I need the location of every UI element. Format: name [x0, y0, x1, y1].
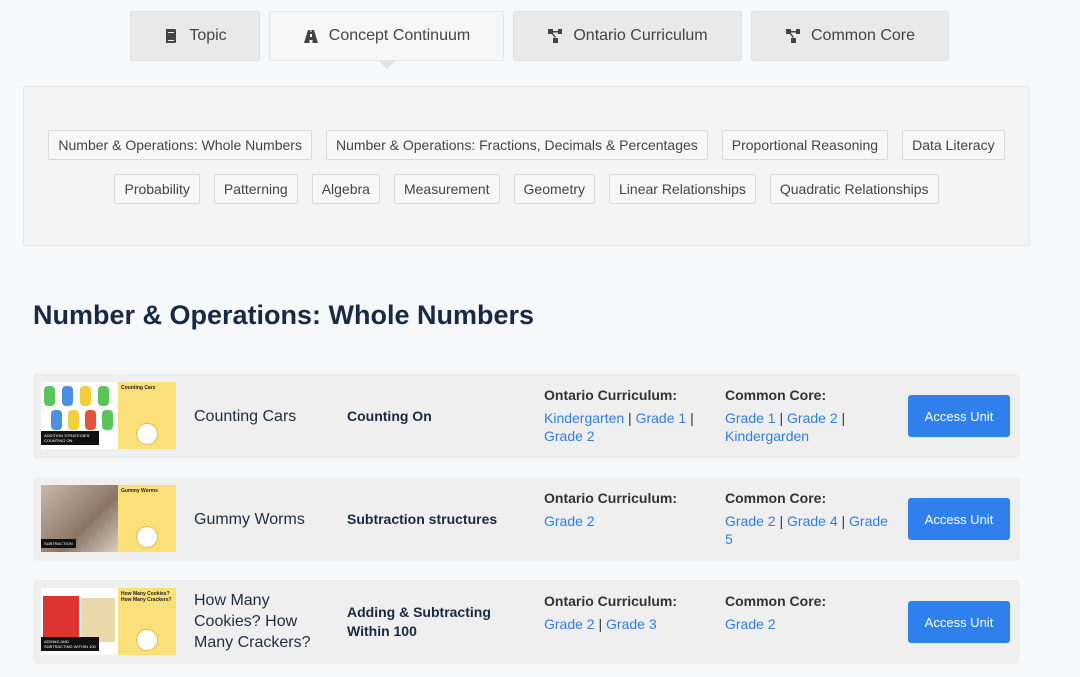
grade-link[interactable]: Grade 4 — [787, 513, 838, 529]
topic-tag[interactable]: Geometry — [513, 174, 596, 204]
separator: | — [594, 616, 607, 632]
tag-row: Number & Operations: Whole Numbers Number… — [24, 130, 1029, 160]
thumbnail-card: Counting Cars — [118, 382, 176, 449]
thumbnail-badge: SUBTRACTION — [41, 539, 76, 548]
unit-thumbnail[interactable]: SUBTRACTION Gummy Worms — [41, 485, 176, 552]
thumbnail-title: Counting Cars — [121, 385, 156, 391]
unit-concept: Counting On — [347, 408, 432, 424]
thumbnail-badge: ADDITION STRATEGIES: COUNTING ON — [41, 431, 99, 445]
grade-link[interactable]: Grade 3 — [606, 616, 657, 632]
topic-tag[interactable]: Algebra — [311, 174, 380, 204]
sitemap-icon — [785, 29, 800, 43]
unit-thumbnail[interactable]: ADDING AND SUBTRACTING WITHIN 100 How Man… — [41, 588, 176, 655]
topic-tag[interactable]: Data Literacy — [902, 130, 1005, 160]
ontario-label: Ontario Curriculum: — [544, 490, 678, 506]
unit-title[interactable]: How Many Cookies? How Many Crackers? — [194, 590, 324, 653]
grade-link[interactable]: Grade 2 — [725, 616, 776, 632]
separator: | — [624, 410, 636, 426]
thumbnail-card: How Many Cookies? How Many Crackers? — [118, 588, 176, 655]
grade-link[interactable]: Grade 2 — [544, 513, 595, 529]
ontario-curriculum: Ontario Curriculum: Grade 2 — [544, 489, 709, 530]
separator: | — [775, 513, 788, 529]
thumbnail-photo: SUBTRACTION — [41, 485, 118, 552]
thumbnail-photo: ADDING AND SUBTRACTING WITHIN 100 — [41, 588, 118, 655]
tab-label: Topic — [189, 27, 227, 44]
ontario-curriculum: Ontario Curriculum: Kindergarten | Grade … — [544, 386, 709, 445]
topic-filter-panel: Number & Operations: Whole Numbers Number… — [23, 86, 1030, 246]
tag-row: Probability Patterning Algebra Measurement G… — [24, 174, 1029, 204]
unit-row: ADDITION STRATEGIES: COUNTING ON Counting… — [33, 374, 1020, 458]
common-core: Common Core: Grade 2 — [725, 592, 895, 633]
grade-link[interactable]: Grade 1 — [636, 410, 687, 426]
unit-concept: Subtraction structures — [347, 511, 498, 527]
access-unit-button[interactable]: Access Unit — [908, 498, 1010, 540]
thumbnail-badge: ADDING AND SUBTRACTING WITHIN 100 — [41, 637, 99, 651]
unit-title[interactable]: Gummy Worms — [194, 509, 324, 530]
thumbnail-photo: ADDITION STRATEGIES: COUNTING ON — [41, 382, 118, 449]
tab-label: Common Core — [810, 27, 916, 44]
topic-tag[interactable]: Number & Operations: Fractions, Decimals… — [325, 130, 708, 160]
ontario-label: Ontario Curriculum: — [544, 593, 678, 609]
unit-thumbnail[interactable]: ADDITION STRATEGIES: COUNTING ON Counting… — [41, 382, 176, 449]
grade-link[interactable]: Grade 2 — [544, 616, 595, 632]
tab-label: Ontario Curriculum — [573, 27, 708, 44]
common-core-label: Common Core: — [725, 490, 827, 506]
unit-row: SUBTRACTION Gummy Worms Gummy Worms Subtr… — [33, 477, 1020, 561]
tab-topic[interactable]: Topic — [130, 11, 260, 61]
grade-link[interactable]: Kindergarden — [725, 428, 809, 444]
sitemap-icon — [548, 29, 563, 43]
section-title: Number & Operations: Whole Numbers — [33, 300, 535, 330]
tab-common-core[interactable]: Common Core — [751, 11, 949, 61]
thumbnail-card: Gummy Worms — [118, 485, 176, 552]
topic-tag[interactable]: Quadratic Relationships — [769, 174, 939, 204]
grade-link[interactable]: Kindergarten — [544, 410, 624, 426]
tab-ontario-curriculum[interactable]: Ontario Curriculum — [513, 11, 742, 61]
common-core-label: Common Core: — [725, 387, 827, 403]
topic-tag[interactable]: Measurement — [393, 174, 500, 204]
unit-title[interactable]: Counting Cars — [194, 406, 324, 427]
topic-tag[interactable]: Linear Relationships — [609, 174, 756, 204]
thumbnail-title: Gummy Worms — [121, 488, 158, 494]
tab-label: Concept Continuum — [328, 27, 471, 44]
grade-link[interactable]: Grade 2 — [544, 428, 595, 444]
access-unit-button[interactable]: Access Unit — [908, 601, 1010, 643]
topic-tag[interactable]: Patterning — [213, 174, 298, 204]
unit-concept: Adding & Subtracting Within 100 — [347, 604, 491, 639]
road-icon — [303, 30, 318, 43]
common-core-label: Common Core: — [725, 593, 827, 609]
logo-icon — [136, 526, 158, 548]
tab-concept-continuum[interactable]: Concept Continuum — [269, 11, 504, 69]
book-icon — [166, 29, 177, 43]
logo-icon — [136, 423, 158, 445]
grade-link[interactable]: Grade 2 — [787, 410, 838, 426]
separator: | — [837, 513, 850, 529]
ontario-curriculum: Ontario Curriculum: Grade 2 | Grade 3 — [544, 592, 709, 633]
common-core: Common Core: Grade 1 | Grade 2 | Kinderga… — [725, 386, 895, 445]
ontario-label: Ontario Curriculum: — [544, 387, 678, 403]
grade-link[interactable]: Grade 2 — [725, 513, 776, 529]
access-unit-button[interactable]: Access Unit — [908, 395, 1010, 437]
common-core: Common Core: Grade 2 | Grade 4 | Grade 5 — [725, 489, 895, 548]
logo-icon — [136, 629, 158, 651]
grade-link[interactable]: Grade 1 — [725, 410, 776, 426]
thumbnail-title: How Many Cookies? How Many Crackers? — [121, 591, 172, 603]
topic-tag[interactable]: Number & Operations: Whole Numbers — [48, 130, 312, 160]
unit-row: ADDING AND SUBTRACTING WITHIN 100 How Man… — [33, 580, 1020, 664]
view-tabs: Topic Concept Continuum Ontario Curriculum… — [130, 11, 949, 69]
separator: | — [775, 410, 788, 426]
topic-tag[interactable]: Probability — [114, 174, 200, 204]
topic-tag[interactable]: Proportional Reasoning — [721, 130, 889, 160]
separator: | — [837, 410, 846, 426]
separator: | — [686, 410, 694, 426]
